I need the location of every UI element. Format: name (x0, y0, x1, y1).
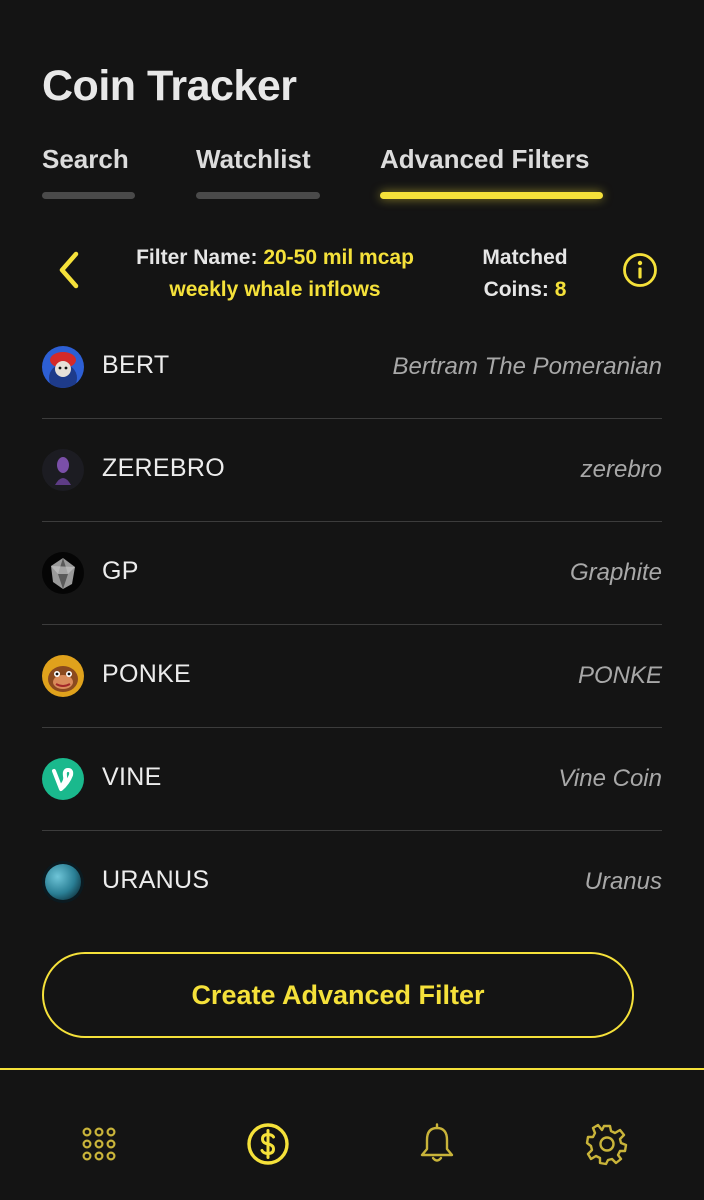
coin-name: PONKE (577, 662, 662, 689)
nav-alerts[interactable] (415, 1122, 459, 1166)
bell-icon (420, 1123, 454, 1162)
filter-header: Filter Name: 20-50 mil mcap weekly whale… (0, 236, 704, 306)
tab-search-indicator (42, 192, 135, 199)
filter-name-label: Filter Name: (136, 246, 258, 269)
graphite-avatar (42, 552, 84, 594)
tab-advanced-filters-label: Advanced Filters (380, 144, 590, 174)
tab-watchlist-label: Watchlist (196, 144, 311, 174)
coin-name: Uranus (584, 868, 662, 895)
coin-list: BERT Bertram The Pomeranian ZEREBRO zere… (42, 316, 662, 934)
tab-watchlist[interactable]: Watchlist (196, 142, 320, 202)
coin-symbol: PONKE (102, 660, 192, 688)
ponke-avatar (42, 655, 84, 697)
gear-icon (585, 1123, 628, 1166)
filter-name-value-2: weekly whale inflows (169, 278, 381, 301)
nav-coins[interactable] (246, 1122, 290, 1166)
grid-icon (82, 1127, 116, 1161)
info-icon (623, 253, 657, 287)
dollar-coin-icon (247, 1123, 289, 1165)
coin-row-uranus[interactable]: URANUS Uranus (42, 831, 662, 934)
coin-row-ponke[interactable]: PONKE PONKE (42, 625, 662, 728)
coin-name: Graphite (569, 559, 662, 586)
coin-symbol: URANUS (102, 866, 210, 894)
matched-label-1: Matched (482, 246, 568, 269)
uranus-avatar (42, 861, 84, 903)
matched-coins: Matched Coins: 8 (462, 242, 588, 306)
tab-advanced-filters-indicator (380, 192, 603, 199)
coin-symbol: VINE (102, 763, 162, 791)
coin-name: Vine Coin (558, 765, 662, 792)
create-advanced-filter-button[interactable]: Create Advanced Filter (42, 952, 634, 1038)
tab-search-label: Search (42, 144, 129, 174)
tab-watchlist-indicator (196, 192, 320, 199)
chevron-left-icon (59, 251, 79, 289)
coin-row-bert[interactable]: BERT Bertram The Pomeranian (42, 316, 662, 419)
coin-symbol: BERT (102, 351, 170, 379)
page-title: Coin Tracker (42, 62, 297, 110)
tab-advanced-filters[interactable]: Advanced Filters (380, 142, 603, 202)
coin-name: zerebro (580, 456, 662, 483)
tab-search[interactable]: Search (42, 142, 135, 202)
nav-grid[interactable] (77, 1122, 121, 1166)
coin-symbol: ZEREBRO (102, 454, 225, 482)
coin-row-zerebro[interactable]: ZEREBRO zerebro (42, 419, 662, 522)
matched-count: 8 (554, 278, 567, 301)
bottom-nav (0, 1068, 704, 1200)
coin-row-vine[interactable]: VINE Vine Coin (42, 728, 662, 831)
coin-row-gp[interactable]: GP Graphite (42, 522, 662, 625)
vine-avatar (42, 758, 84, 800)
filter-name: Filter Name: 20-50 mil mcap weekly whale… (110, 242, 440, 306)
coin-name: Bertram The Pomeranian (392, 353, 662, 380)
tab-bar: Search Watchlist Advanced Filters (42, 142, 662, 202)
filter-name-value-1: 20-50 mil mcap (263, 246, 414, 269)
coin-symbol: GP (102, 557, 139, 585)
bert-avatar (42, 346, 84, 388)
zerebro-avatar (42, 449, 84, 491)
app-screen: Coin Tracker Search Watchlist Advanced F… (0, 0, 704, 1200)
back-button[interactable] (52, 250, 88, 290)
matched-label-2: Coins: (483, 278, 549, 301)
info-button[interactable] (622, 252, 658, 288)
nav-settings[interactable] (585, 1122, 629, 1166)
